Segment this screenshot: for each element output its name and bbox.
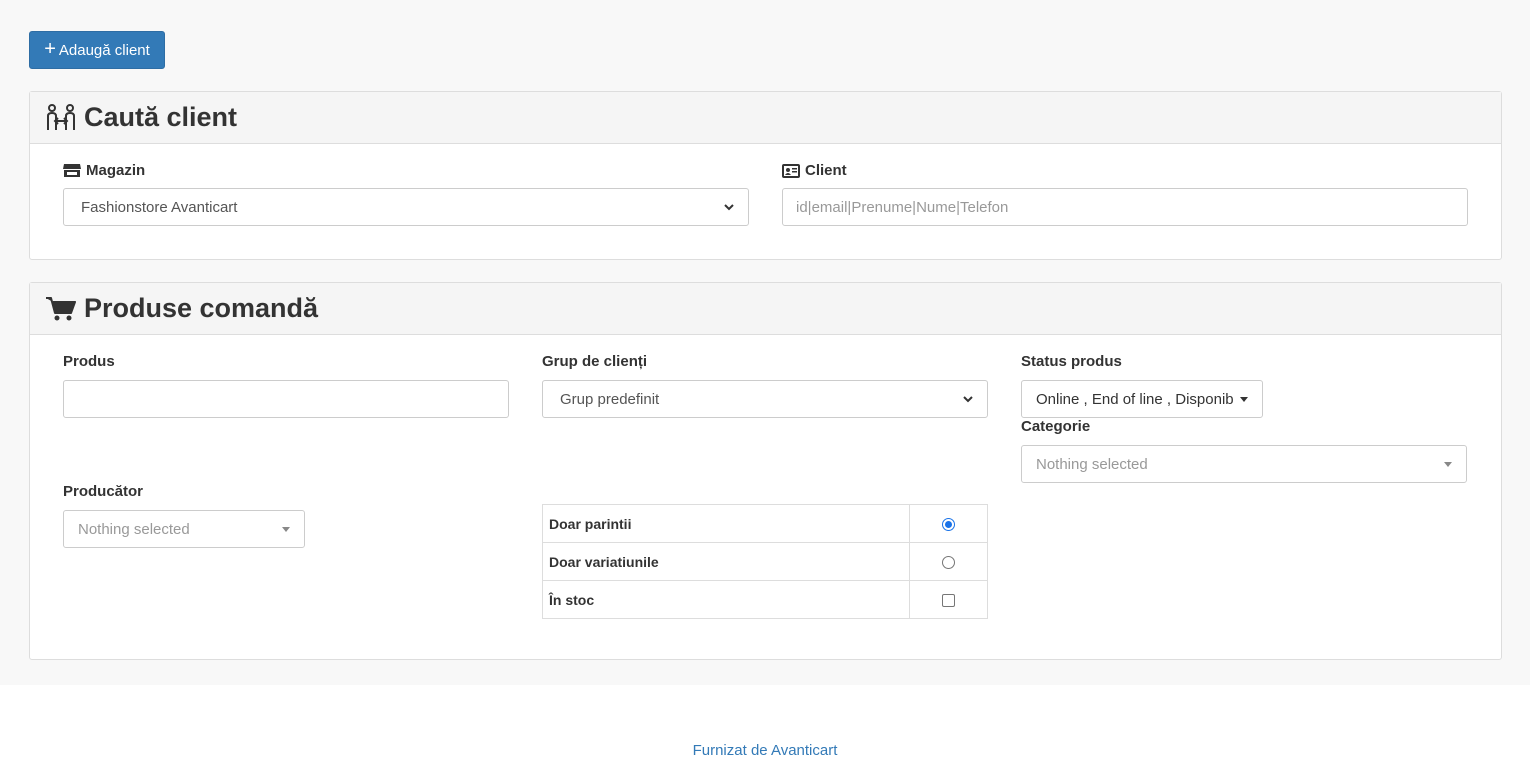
footer-link[interactable]: Furnizat de Avanticart [0, 742, 1530, 759]
in-stock-checkbox[interactable] [942, 594, 955, 608]
only-variations-label: Doar variatiunile [542, 542, 910, 581]
search-client-title: Caută client [84, 102, 238, 132]
manufacturer-label: Producător [63, 483, 144, 500]
only-variations-radio[interactable] [942, 556, 955, 570]
table-row: Doar parintii [542, 504, 988, 543]
add-client-button[interactable]: + Adaugă client [29, 31, 165, 69]
table-row: În stoc [542, 580, 988, 619]
order-products-heading: Produse comandă [30, 283, 1501, 335]
only-parents-radio[interactable] [942, 518, 955, 532]
category-label: Categorie [1021, 418, 1091, 435]
customer-group-select[interactable]: Grup predefinit [542, 380, 988, 418]
category-dropdown[interactable]: Nothing selected [1021, 445, 1467, 483]
store-label: Magazin [63, 162, 145, 179]
product-status-dropdown[interactable]: Online , End of line , Disponibil [1021, 380, 1263, 418]
search-client-heading: Caută client [30, 92, 1501, 144]
shopping-cart-icon [46, 296, 76, 322]
search-client-panel: Caută client Magazin Fashionstore Avanti… [29, 91, 1502, 260]
people-arrows-icon [46, 103, 76, 132]
store-icon [63, 163, 81, 178]
in-stock-label: În stoc [542, 580, 910, 619]
manufacturer-dropdown[interactable]: Nothing selected [63, 510, 305, 548]
main-content: + Adaugă client Caută client Magazin Fas… [0, 0, 1530, 685]
customer-group-label: Grup de clienți [542, 353, 648, 370]
product-label: Produs [63, 353, 115, 370]
product-filter-options: Doar parintii Doar variatiunile În stoc [542, 504, 988, 619]
product-status-label: Status produs [1021, 353, 1122, 370]
table-row: Doar variatiunile [542, 542, 988, 581]
caret-down-icon [1240, 396, 1248, 402]
client-search-input[interactable] [782, 188, 1468, 226]
plus-icon: + [44, 38, 56, 60]
caret-down-icon [1444, 461, 1452, 467]
caret-down-icon [282, 526, 290, 532]
chevron-down-icon [724, 203, 734, 211]
client-label: Client [782, 162, 847, 179]
order-products-title: Produse comandă [84, 293, 319, 323]
order-products-panel: Produse comandă Produs Grup de clienți G… [29, 282, 1502, 660]
store-select[interactable]: Fashionstore Avanticart [63, 188, 749, 226]
only-parents-label: Doar parintii [542, 504, 910, 543]
add-client-label: Adaugă client [58, 41, 150, 59]
product-input[interactable] [63, 380, 509, 418]
chevron-down-icon [963, 395, 973, 403]
id-card-icon [782, 163, 800, 178]
